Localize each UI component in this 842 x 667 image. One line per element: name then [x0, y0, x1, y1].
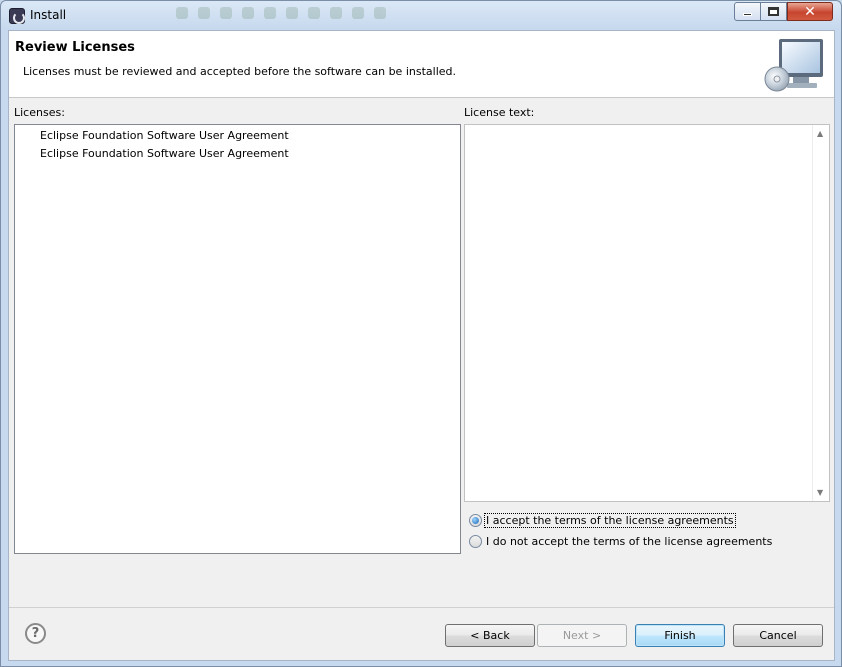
- close-button[interactable]: ✕: [787, 2, 833, 21]
- list-item[interactable]: Eclipse Foundation Software User Agreeme…: [40, 129, 289, 142]
- list-item[interactable]: Eclipse Foundation Software User Agreeme…: [40, 147, 289, 160]
- eclipse-icon[interactable]: [9, 8, 25, 24]
- minimize-icon: [743, 13, 752, 16]
- back-button[interactable]: < Back: [445, 624, 535, 647]
- ghost-icon: [242, 7, 254, 19]
- ghost-icon: [374, 7, 386, 19]
- window-title: Install: [30, 8, 67, 22]
- dialog-client-area: Review Licenses Licenses must be reviewe…: [8, 30, 835, 661]
- ghost-icon: [308, 7, 320, 19]
- licenses-label: Licenses:: [14, 106, 65, 119]
- help-icon[interactable]: ?: [25, 623, 46, 644]
- ghost-icon: [198, 7, 210, 19]
- accept-label[interactable]: I accept the terms of the license agreem…: [484, 512, 736, 528]
- next-button[interactable]: Next >: [537, 624, 627, 647]
- decline-label[interactable]: I do not accept the terms of the license…: [485, 535, 773, 548]
- license-text-area[interactable]: ▲ ▼: [464, 124, 830, 502]
- close-icon: ✕: [804, 3, 816, 20]
- cancel-button[interactable]: Cancel: [733, 624, 823, 647]
- ghost-icon: [220, 7, 232, 19]
- ghost-icon: [264, 7, 276, 19]
- ghost-icon: [352, 7, 364, 19]
- finish-button[interactable]: Finish: [635, 624, 725, 647]
- maximize-icon: [768, 7, 779, 16]
- license-text-scrollbar[interactable]: ▲ ▼: [812, 125, 829, 501]
- scroll-down-icon[interactable]: ▼: [817, 488, 823, 497]
- licenses-list[interactable]: Eclipse Foundation Software User Agreeme…: [14, 124, 461, 554]
- scroll-up-icon[interactable]: ▲: [817, 129, 823, 138]
- accept-option[interactable]: I accept the terms of the license agreem…: [469, 511, 736, 529]
- decline-option[interactable]: I do not accept the terms of the license…: [469, 532, 773, 550]
- wizard-header: Review Licenses Licenses must be reviewe…: [9, 31, 834, 98]
- decline-radio[interactable]: [469, 534, 482, 548]
- page-description: Licenses must be reviewed and accepted b…: [23, 65, 456, 78]
- monitor-cd-icon: [764, 39, 823, 92]
- title-bar[interactable]: Install ✕: [1, 1, 841, 30]
- page-title: Review Licenses: [15, 40, 135, 55]
- minimize-button[interactable]: [734, 2, 761, 21]
- maximize-button[interactable]: [760, 2, 787, 21]
- install-dialog-window: Install ✕ Review Licenses Licenses must …: [0, 0, 842, 667]
- background-toolbar-ghost: [171, 5, 471, 23]
- license-text-label: License text:: [464, 106, 535, 119]
- ghost-icon: [176, 7, 188, 19]
- footer-divider: [9, 607, 834, 608]
- ghost-icon: [330, 7, 342, 19]
- accept-radio[interactable]: [469, 513, 482, 527]
- ghost-icon: [286, 7, 298, 19]
